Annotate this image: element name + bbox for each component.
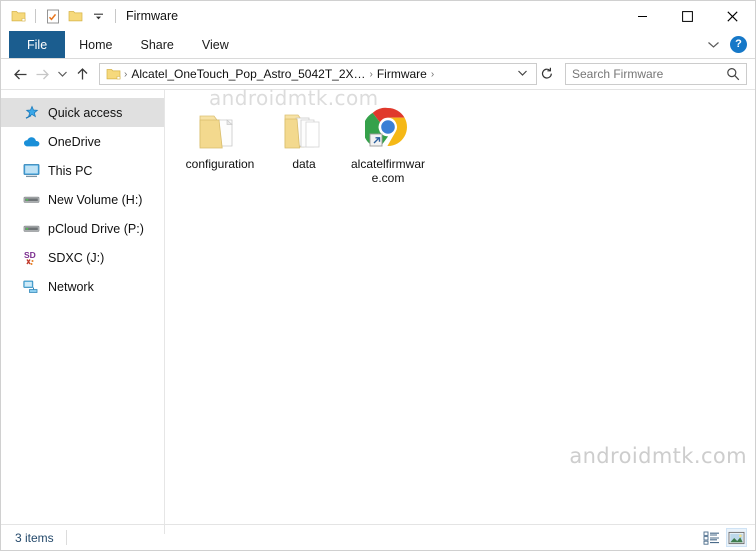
folder-icon[interactable] bbox=[10, 8, 27, 25]
recent-locations-chevron-icon[interactable] bbox=[53, 63, 71, 85]
tab-home[interactable]: Home bbox=[65, 31, 126, 58]
sidebar-item-label: Quick access bbox=[48, 105, 123, 120]
view-mode-buttons bbox=[701, 528, 747, 547]
file-explorer-window: Firmware File Home Share View ? › Alcate… bbox=[0, 0, 756, 551]
up-button[interactable] bbox=[71, 63, 93, 85]
search-box[interactable]: Search Firmware bbox=[565, 63, 747, 85]
list-item-label: configuration bbox=[185, 157, 255, 171]
list-item[interactable]: configuration bbox=[179, 102, 261, 191]
toolbar-separator-2 bbox=[115, 9, 116, 23]
close-button[interactable] bbox=[710, 1, 755, 31]
forward-button[interactable] bbox=[31, 63, 53, 85]
breadcrumb-item-device[interactable]: Alcatel_OneTouch_Pop_Astro_5042T_2X… bbox=[128, 67, 368, 81]
star-icon bbox=[23, 104, 40, 121]
toolbar-separator bbox=[35, 9, 36, 23]
maximize-button[interactable] bbox=[665, 1, 710, 31]
drive-icon bbox=[23, 191, 40, 208]
folder-icon bbox=[280, 104, 328, 152]
sidebar-item-label: Network bbox=[48, 279, 94, 294]
sidebar-item-this-pc[interactable]: This PC bbox=[1, 156, 164, 185]
window-title: Firmware bbox=[126, 9, 179, 23]
item-count-label: 3 items bbox=[15, 530, 54, 545]
properties-icon[interactable] bbox=[44, 8, 61, 25]
file-list-view[interactable]: androidmtk.com configuration data alcate… bbox=[165, 86, 755, 524]
sidebar-item-label: New Volume (H:) bbox=[48, 192, 143, 207]
window-controls bbox=[620, 1, 755, 31]
breadcrumb-folder-icon bbox=[104, 67, 123, 81]
tab-file[interactable]: File bbox=[9, 31, 66, 58]
chevron-down-icon[interactable] bbox=[90, 8, 107, 25]
refresh-button[interactable] bbox=[537, 63, 557, 85]
breadcrumb-item-firmware[interactable]: Firmware bbox=[374, 67, 430, 81]
drive-icon bbox=[23, 220, 40, 237]
title-bar: Firmware bbox=[1, 1, 755, 31]
sidebar-item-label: SDXC (J:) bbox=[48, 250, 105, 265]
list-item[interactable]: data bbox=[263, 102, 345, 191]
sidebar-item-network[interactable]: Network bbox=[1, 272, 164, 301]
sidebar-item-label: pCloud Drive (P:) bbox=[48, 221, 144, 236]
tab-view[interactable]: View bbox=[188, 31, 243, 58]
back-button[interactable] bbox=[9, 63, 31, 85]
expand-ribbon-chevron-icon[interactable] bbox=[707, 38, 720, 52]
breadcrumb[interactable]: › Alcatel_OneTouch_Pop_Astro_5042T_2X… ›… bbox=[99, 63, 537, 85]
breadcrumb-separator-2[interactable]: › bbox=[430, 69, 435, 80]
navigation-pane: Quick access OneDrive This PC New Volume… bbox=[1, 90, 165, 524]
sidebar-item-sdxc-j[interactable]: SD SDXC (J:) bbox=[1, 243, 164, 272]
minimize-button[interactable] bbox=[620, 1, 665, 31]
folder-icon bbox=[196, 104, 244, 152]
main-area: Quick access OneDrive This PC New Volume… bbox=[1, 86, 755, 524]
help-button[interactable]: ? bbox=[730, 36, 747, 53]
status-bar: 3 items bbox=[1, 524, 755, 550]
list-item-label: alcatelfirmware.com bbox=[350, 157, 425, 185]
sidebar-item-label: This PC bbox=[48, 163, 93, 178]
ribbon-right-controls: ? bbox=[707, 31, 747, 58]
sidebar-item-label: OneDrive bbox=[48, 134, 101, 149]
list-item-label: data bbox=[292, 157, 316, 171]
network-icon bbox=[23, 278, 40, 295]
address-bar: › Alcatel_OneTouch_Pop_Astro_5042T_2X… ›… bbox=[1, 59, 755, 89]
search-input[interactable]: Search Firmware bbox=[572, 67, 726, 81]
address-dropdown-chevron-icon[interactable] bbox=[511, 69, 534, 79]
ribbon-tab-bar: File Home Share View ? bbox=[1, 31, 755, 59]
watermark-bottom: androidmtk.com bbox=[569, 444, 747, 468]
sidebar-item-pcloud-drive-p[interactable]: pCloud Drive (P:) bbox=[1, 214, 164, 243]
large-icons-view-button[interactable] bbox=[726, 528, 747, 547]
sd-card-icon: SD bbox=[23, 249, 40, 266]
status-divider bbox=[164, 525, 165, 534]
list-item[interactable]: alcatelfirmware.com bbox=[347, 102, 429, 191]
items-grid: configuration data alcatelfirmware.com bbox=[179, 102, 755, 191]
search-icon[interactable] bbox=[726, 67, 740, 81]
chrome-icon bbox=[364, 104, 412, 152]
sidebar-item-quick-access[interactable]: Quick access bbox=[1, 98, 164, 127]
sidebar-item-new-volume-h[interactable]: New Volume (H:) bbox=[1, 185, 164, 214]
details-view-button[interactable] bbox=[701, 528, 722, 547]
new-folder-icon[interactable] bbox=[67, 8, 84, 25]
monitor-icon bbox=[23, 162, 40, 179]
tab-share[interactable]: Share bbox=[127, 31, 188, 58]
cloud-icon bbox=[23, 133, 40, 150]
quick-access-toolbar bbox=[1, 8, 118, 25]
sidebar-item-onedrive[interactable]: OneDrive bbox=[1, 127, 164, 156]
svg-text:SD: SD bbox=[24, 250, 36, 260]
status-separator bbox=[65, 530, 67, 545]
